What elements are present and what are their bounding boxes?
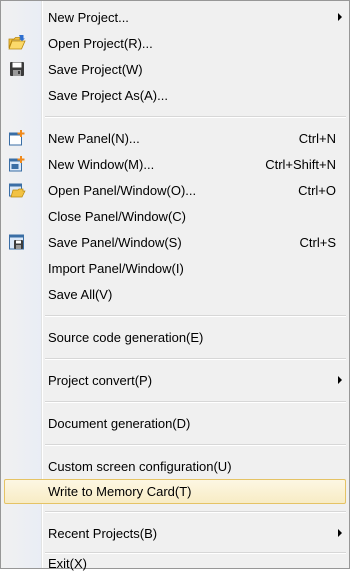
file-menu: New Project... Open Project(R)... Save P… <box>0 0 350 571</box>
menu-item-close-panel-window[interactable]: Close Panel/Window(C) <box>4 204 346 229</box>
menu-item-save-all[interactable]: Save All(V) <box>4 282 346 307</box>
floppy-disk-icon <box>10 62 24 76</box>
menu-item-write-to-memory-card[interactable]: Write to Memory Card(T) <box>4 479 346 504</box>
menu-item-shortcut: Ctrl+Shift+N <box>265 157 336 172</box>
menu-item-recent-projects[interactable]: Recent Projects(B) <box>4 521 346 546</box>
menu-item-label: Save Project As(A)... <box>48 88 168 103</box>
menu-item-save-project[interactable]: Save Project(W) <box>4 57 346 82</box>
open-panel-icon <box>9 183 26 198</box>
menu-item-label: New Panel(N)... <box>48 131 140 146</box>
new-panel-icon <box>9 130 25 146</box>
menu-item-label: New Project... <box>48 10 129 25</box>
menu-item-custom-screen-configuration[interactable]: Custom screen configuration(U) <box>4 454 346 479</box>
menu-item-open-project[interactable]: Open Project(R)... <box>4 31 346 56</box>
menu-item-label: Open Panel/Window(O)... <box>48 183 197 198</box>
menu-item-new-project[interactable]: New Project... <box>4 5 346 30</box>
menu-separator <box>45 315 346 317</box>
menu-item-new-window[interactable]: New Window(M)... Ctrl+Shift+N <box>4 152 346 177</box>
menu-item-label: Close Panel/Window(C) <box>48 209 186 224</box>
menu-item-label: Source code generation(E) <box>48 330 204 345</box>
menu-item-label: Import Panel/Window(I) <box>48 261 184 276</box>
menu-separator <box>45 552 346 554</box>
menu-item-source-code-generation[interactable]: Source code generation(E) <box>4 325 346 350</box>
menu-item-label: Custom screen configuration(U) <box>48 459 232 474</box>
menu-item-label: Save Project(W) <box>48 62 143 77</box>
menu-item-open-panel-window[interactable]: Open Panel/Window(O)... Ctrl+O <box>4 178 346 203</box>
menu-separator <box>45 358 346 360</box>
menu-item-label: Write to Memory Card(T) <box>48 484 192 499</box>
menu-separator <box>45 511 346 513</box>
submenu-arrow-icon <box>338 376 342 384</box>
menu-item-label: Project convert(P) <box>48 373 153 388</box>
open-folder-icon <box>8 35 26 50</box>
menu-item-shortcut: Ctrl+N <box>298 131 336 146</box>
submenu-arrow-icon <box>338 529 342 537</box>
menu-item-document-generation[interactable]: Document generation(D) <box>4 411 346 436</box>
menu-item-label: Save Panel/Window(S) <box>48 235 182 250</box>
menu-separator <box>45 444 346 446</box>
menu-item-exit[interactable]: Exit(X) <box>4 556 346 571</box>
menu-item-label: Open Project(R)... <box>48 36 153 51</box>
menu-item-label: Document generation(D) <box>48 416 191 431</box>
new-window-icon <box>9 156 25 172</box>
menu-item-label: Save All(V) <box>48 287 113 302</box>
menu-item-shortcut: Ctrl+O <box>298 183 336 198</box>
menu-separator <box>45 401 346 403</box>
menu-separator <box>45 116 346 118</box>
save-panel-icon <box>9 234 24 250</box>
submenu-arrow-icon <box>338 13 342 21</box>
menu-item-new-panel[interactable]: New Panel(N)... Ctrl+N <box>4 126 346 151</box>
menu-item-save-panel-window[interactable]: Save Panel/Window(S) Ctrl+S <box>4 230 346 255</box>
menu-item-save-project-as[interactable]: Save Project As(A)... <box>4 83 346 108</box>
menu-item-import-panel-window[interactable]: Import Panel/Window(I) <box>4 256 346 281</box>
menu-item-label: New Window(M)... <box>48 157 155 172</box>
menu-item-shortcut: Ctrl+S <box>299 235 336 250</box>
menu-item-label: Recent Projects(B) <box>48 526 158 541</box>
menu-item-project-convert[interactable]: Project convert(P) <box>4 368 346 393</box>
